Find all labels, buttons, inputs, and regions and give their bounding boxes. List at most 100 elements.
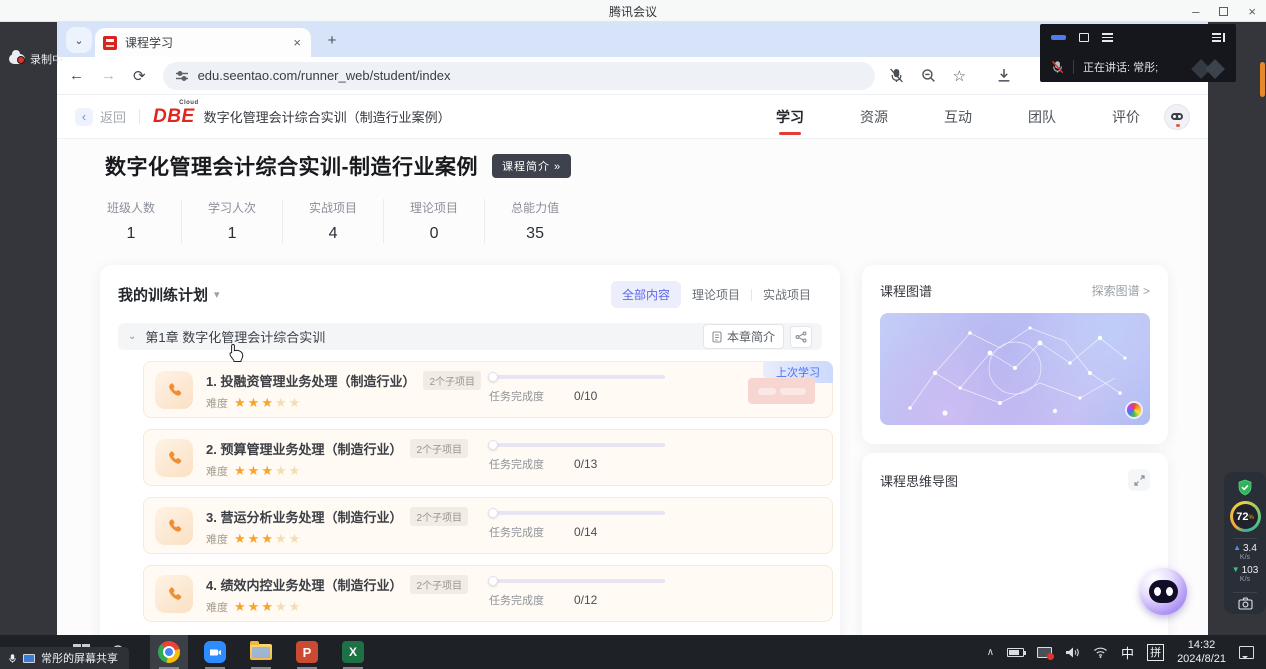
taskbar-chrome[interactable] bbox=[150, 635, 188, 669]
progress-block: 任务完成度 0/13 bbox=[489, 443, 665, 472]
battery-icon[interactable] bbox=[1007, 648, 1024, 657]
mic-muted-icon[interactable] bbox=[1051, 60, 1064, 74]
mic-icon bbox=[8, 652, 17, 665]
browser-tab[interactable]: 课程学习 × bbox=[95, 28, 311, 57]
graph-color-dot-icon bbox=[1127, 403, 1141, 417]
project-title: 4. 绩效内控业务处理（制造行业） bbox=[206, 575, 402, 594]
reload-icon[interactable]: ⟳ bbox=[133, 67, 146, 85]
meeting-list-icon[interactable] bbox=[1102, 33, 1113, 42]
site-nav-item[interactable]: 互动 bbox=[942, 103, 974, 131]
toolbar-icons: ☆ bbox=[889, 67, 1012, 85]
taskbar-meeting-app[interactable] bbox=[196, 635, 234, 669]
download-icon[interactable] bbox=[996, 68, 1012, 83]
progress-bar bbox=[489, 511, 665, 515]
site-nav-item[interactable]: 学习 bbox=[774, 103, 806, 131]
filter-tab[interactable]: 理论项目 bbox=[681, 281, 751, 308]
plan-items-list: 1. 投融资管理业务处理（制造行业） 2个子项目 难度 ★★★★★ 任务完成度 … bbox=[118, 361, 822, 622]
meeting-window-icon[interactable] bbox=[1079, 33, 1089, 42]
url-bar[interactable]: edu.seentao.com/runner_web/student/index bbox=[163, 62, 875, 90]
filter-tab[interactable]: 全部内容 bbox=[611, 281, 681, 308]
network-graph-art bbox=[880, 313, 1150, 425]
divider bbox=[1073, 60, 1074, 74]
new-tab-button[interactable]: + bbox=[321, 29, 343, 51]
project-phone-icon bbox=[155, 575, 193, 613]
screenshot-camera-icon[interactable] bbox=[1238, 597, 1253, 610]
meeting-audio-indicator-icon[interactable] bbox=[1051, 35, 1066, 40]
zoom-out-icon[interactable] bbox=[921, 68, 936, 83]
clock-date: 2024/8/21 bbox=[1177, 652, 1226, 666]
tray-chevron-icon[interactable]: ∧ bbox=[987, 647, 994, 658]
stat-value: 1 bbox=[107, 225, 155, 243]
tab-close-icon[interactable]: × bbox=[291, 35, 303, 50]
chapter-intro-button[interactable]: 本章简介 bbox=[703, 324, 784, 349]
project-title: 1. 投融资管理业务处理（制造行业） bbox=[206, 371, 415, 390]
filter-tab[interactable]: 实战项目 bbox=[752, 281, 822, 308]
course-stat: 班级人数1 bbox=[105, 199, 182, 243]
mic-blocked-icon[interactable] bbox=[889, 68, 904, 83]
mindmap-card: 课程思维导图 bbox=[862, 453, 1168, 653]
close-button[interactable]: × bbox=[1248, 5, 1256, 18]
performance-unit: % bbox=[1248, 515, 1253, 521]
progress-value: 0/12 bbox=[574, 593, 597, 607]
mindmap-card-title: 课程思维导图 bbox=[880, 471, 958, 490]
bookmark-star-icon[interactable]: ☆ bbox=[953, 67, 966, 85]
meeting-control-overlay: 正在讲话: 常彤; bbox=[1040, 24, 1236, 82]
action-center-icon[interactable] bbox=[1239, 646, 1254, 659]
tab-search-button[interactable]: ⌄ bbox=[66, 27, 92, 53]
site-info-icon[interactable] bbox=[175, 69, 189, 83]
difficulty-label: 难度 bbox=[206, 531, 228, 547]
excel-icon: X bbox=[342, 641, 364, 663]
stat-label: 学习人次 bbox=[208, 199, 256, 216]
course-project-card[interactable]: 4. 绩效内控业务处理（制造行业） 2个子项目 难度 ★★★★★ 任务完成度 0… bbox=[143, 565, 833, 622]
robot-face-icon bbox=[1149, 580, 1178, 603]
chevron-down-icon[interactable]: ⌄ bbox=[128, 331, 136, 342]
taskbar-powerpoint[interactable]: P bbox=[288, 635, 326, 669]
star-icon: ★ bbox=[234, 463, 248, 478]
maximize-button[interactable] bbox=[1219, 7, 1228, 16]
chapter-row[interactable]: ⌄ 第1章 数字化管理会计综合实训 本章简介 bbox=[118, 323, 822, 350]
progress-value: 0/13 bbox=[574, 457, 597, 471]
meeting-sidebar-toggle-icon[interactable] bbox=[1212, 33, 1226, 42]
course-stat: 实战项目4 bbox=[283, 199, 384, 243]
taskbar-file-explorer[interactable] bbox=[242, 635, 280, 669]
security-monitor-widget[interactable]: 72 % ▲3.4 K/s ▼103 K/s bbox=[1224, 472, 1266, 614]
project-title: 3. 营运分析业务处理（制造行业） bbox=[206, 507, 402, 526]
site-nav-item[interactable]: 团队 bbox=[1026, 103, 1058, 131]
progress-bar bbox=[489, 375, 665, 379]
course-project-card[interactable]: 3. 营运分析业务处理（制造行业） 2个子项目 难度 ★★★★★ 任务完成度 0… bbox=[143, 497, 833, 554]
explore-graph-link[interactable]: 探索图谱 > bbox=[1092, 282, 1150, 299]
speaker-icon[interactable] bbox=[1065, 646, 1080, 659]
assistant-avatar-icon[interactable] bbox=[1164, 104, 1190, 130]
taskbar-excel[interactable]: X bbox=[334, 635, 372, 669]
course-intro-badge[interactable]: 课程简介 » bbox=[492, 154, 571, 178]
star-icon: ★ bbox=[275, 395, 289, 410]
ime-pinyin-indicator[interactable]: 拼 bbox=[1147, 644, 1164, 661]
dbe-logo-cloud: Cloud bbox=[179, 100, 199, 106]
wifi-icon[interactable] bbox=[1093, 646, 1108, 658]
taskbar-clock[interactable]: 14:32 2024/8/21 bbox=[1177, 638, 1226, 667]
course-graph-image[interactable] bbox=[880, 313, 1150, 425]
recording-label: 录制中 bbox=[30, 51, 63, 67]
screen-share-alert-icon[interactable] bbox=[1037, 647, 1052, 658]
screen-share-banner: 常彤的屏幕共享 bbox=[0, 647, 129, 669]
minimize-button[interactable]: – bbox=[1192, 5, 1199, 18]
back-icon[interactable]: ← bbox=[69, 67, 84, 84]
recording-cloud-icon bbox=[9, 54, 25, 64]
project-phone-icon bbox=[155, 371, 193, 409]
browser-tabstrip: ⌄ 课程学习 × + bbox=[57, 22, 1208, 57]
ime-indicator[interactable]: 中 bbox=[1121, 643, 1134, 662]
course-project-card[interactable]: 2. 预算管理业务处理（制造行业） 2个子项目 难度 ★★★★★ 任务完成度 0… bbox=[143, 429, 833, 486]
difficulty-label: 难度 bbox=[206, 599, 228, 615]
mindmap-view-button[interactable] bbox=[790, 326, 812, 348]
expand-button[interactable] bbox=[1128, 469, 1150, 491]
continue-study-button[interactable] bbox=[748, 378, 815, 404]
caret-down-icon[interactable]: ▾ bbox=[214, 288, 220, 301]
progress-value: 0/14 bbox=[574, 525, 597, 539]
course-project-card[interactable]: 1. 投融资管理业务处理（制造行业） 2个子项目 难度 ★★★★★ 任务完成度 … bbox=[143, 361, 833, 418]
site-nav-item[interactable]: 评价 bbox=[1110, 103, 1142, 131]
back-link[interactable]: 返回 bbox=[100, 107, 126, 126]
star-icon: ★ bbox=[261, 395, 275, 410]
ai-assistant-button[interactable] bbox=[1140, 568, 1187, 615]
site-nav-item[interactable]: 资源 bbox=[858, 103, 890, 131]
back-chevron-icon[interactable]: ‹ bbox=[75, 108, 93, 126]
